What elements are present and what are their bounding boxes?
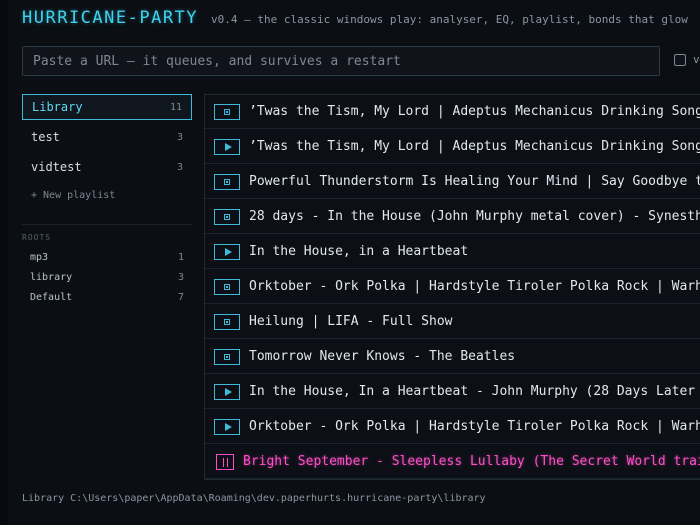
play-icon[interactable] xyxy=(214,419,240,435)
url-checkbox-label: v xyxy=(693,53,700,66)
app-title: HURRICANE-PARTY xyxy=(22,8,199,28)
sidebar-item-label: Library xyxy=(32,100,83,114)
video-icon[interactable] xyxy=(214,209,240,225)
pause-icon[interactable] xyxy=(216,454,234,470)
window-edge xyxy=(0,0,8,525)
root-item-label: Default xyxy=(30,291,73,303)
track-row-playing[interactable]: Bright September - Sleepless Lullaby (Th… xyxy=(205,445,700,479)
track-row[interactable]: Orktober - Ork Polka | Hardstyle Tiroler… xyxy=(205,410,700,444)
sidebar-item-label: vidtest xyxy=(31,160,82,174)
track-title: Heilung | LIFA - Full Show xyxy=(249,314,453,329)
track-row[interactable]: ’Twas the Tism, My Lord | Adeptus Mechan… xyxy=(205,130,700,164)
track-row[interactable]: Tomorrow Never Knows - The Beatles xyxy=(205,340,700,374)
track-title: Powerful Thunderstorm Is Healing Your Mi… xyxy=(249,174,700,189)
url-bar: v xyxy=(22,46,700,80)
track-title: Orktober - Ork Polka | Hardstyle Tiroler… xyxy=(249,279,700,294)
track-row[interactable]: In the House, In a Heartbeat - John Murp… xyxy=(205,375,700,409)
sidebar-item-test[interactable]: test 3 xyxy=(22,124,192,150)
app-window: HURRICANE-PARTY v0.4 — the classic windo… xyxy=(0,0,700,525)
root-item-count: 1 xyxy=(177,251,184,263)
url-input[interactable] xyxy=(22,46,660,76)
track-row[interactable]: 28 days - In the House (John Murphy meta… xyxy=(205,200,700,234)
sidebar-item-label: test xyxy=(31,130,60,144)
app-tagline: v0.4 — the classic windows play: analyse… xyxy=(211,13,688,26)
video-icon[interactable] xyxy=(214,349,240,365)
root-item-count: 3 xyxy=(177,271,184,283)
track-title: ’Twas the Tism, My Lord | Adeptus Mechan… xyxy=(249,139,700,154)
root-item-label: library xyxy=(30,271,73,283)
url-checkbox[interactable] xyxy=(674,54,686,66)
status-bar: Library C:\Users\paper\AppData\Roaming\de… xyxy=(22,493,486,504)
video-icon[interactable] xyxy=(214,314,240,330)
header: HURRICANE-PARTY v0.4 — the classic windo… xyxy=(22,8,688,32)
track-row[interactable]: Orktober - Ork Polka | Hardstyle Tiroler… xyxy=(205,270,700,304)
track-row[interactable]: In the House, in a Heartbeat xyxy=(205,235,700,269)
root-item-library[interactable]: library 3 xyxy=(22,267,192,287)
track-row[interactable]: Powerful Thunderstorm Is Healing Your Mi… xyxy=(205,165,700,199)
video-icon[interactable] xyxy=(214,104,240,120)
sidebar-item-count: 3 xyxy=(176,161,183,173)
sidebar-item-vidtest[interactable]: vidtest 3 xyxy=(22,154,192,180)
play-icon[interactable] xyxy=(214,139,240,155)
track-title: 28 days - In the House (John Murphy meta… xyxy=(249,209,700,224)
root-item-count: 7 xyxy=(177,291,184,303)
video-icon[interactable] xyxy=(214,174,240,190)
root-item-label: mp3 xyxy=(30,251,49,263)
roots-heading: ROOTS xyxy=(22,224,192,247)
track-title: Bright September - Sleepless Lullaby (Th… xyxy=(243,454,700,469)
root-item-mp3[interactable]: mp3 1 xyxy=(22,247,192,267)
track-title: In the House, in a Heartbeat xyxy=(249,244,469,259)
track-title: Tomorrow Never Knows - The Beatles xyxy=(249,349,516,364)
track-list: ’Twas the Tism, My Lord | Adeptus Mechan… xyxy=(204,94,700,480)
track-title: In the House, In a Heartbeat - John Murp… xyxy=(249,384,700,399)
sidebar: Library 11 test 3 vidtest 3 + New playli… xyxy=(22,94,192,307)
track-title: Orktober - Ork Polka | Hardstyle Tiroler… xyxy=(249,419,700,434)
play-icon[interactable] xyxy=(214,244,240,260)
library-path: C:\Users\paper\AppData\Roaming\dev.paper… xyxy=(70,493,486,504)
sidebar-item-count: 11 xyxy=(169,101,182,113)
status-label: Library xyxy=(22,493,65,504)
root-item-default[interactable]: Default 7 xyxy=(22,287,192,307)
sidebar-item-library[interactable]: Library 11 xyxy=(22,94,192,120)
track-title: ’Twas the Tism, My Lord | Adeptus Mechan… xyxy=(249,104,700,119)
sidebar-item-count: 3 xyxy=(176,131,183,143)
new-playlist-button[interactable]: + New playlist xyxy=(22,186,192,204)
track-row[interactable]: Heilung | LIFA - Full Show xyxy=(205,305,700,339)
video-icon[interactable] xyxy=(214,279,240,295)
track-row[interactable]: ’Twas the Tism, My Lord | Adeptus Mechan… xyxy=(205,95,700,129)
play-icon[interactable] xyxy=(214,384,240,400)
